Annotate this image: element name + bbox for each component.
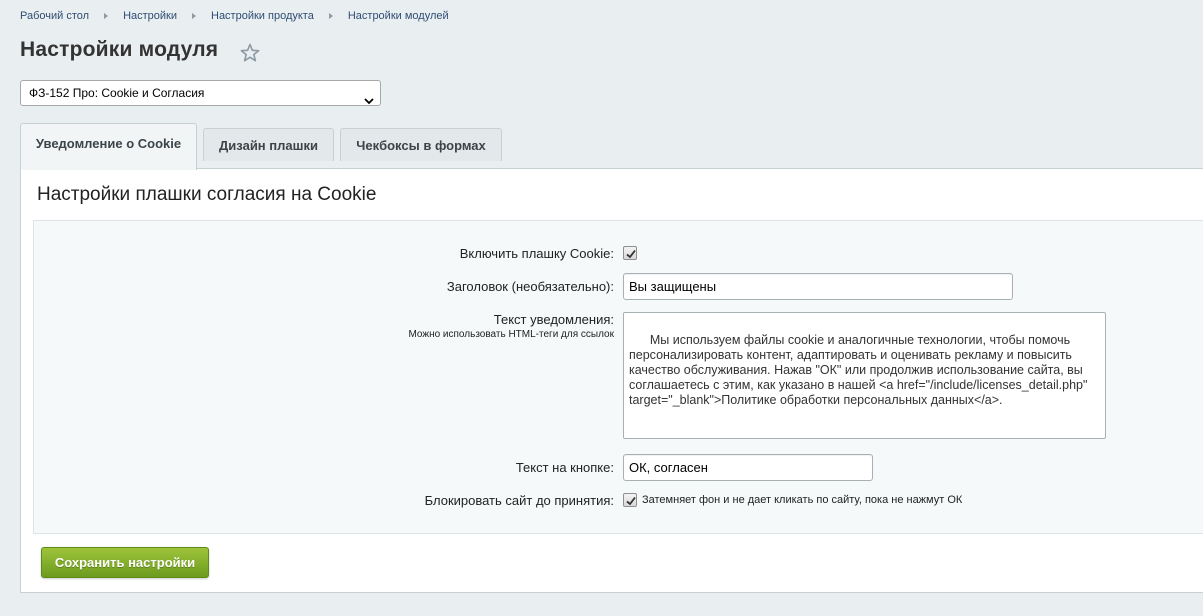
button-text-input[interactable]: ОК, согласен — [623, 454, 873, 481]
tab-form-checkboxes[interactable]: Чекбоксы в формах — [340, 128, 502, 161]
star-icon[interactable] — [239, 42, 261, 64]
save-settings-label: Сохранить настройки — [54, 555, 196, 570]
breadcrumb-separator-icon — [104, 13, 109, 19]
module-select-value: ФЗ-152 Про: Cookie и Согласия — [29, 86, 205, 100]
heading-input[interactable]: Вы защищены — [623, 273, 1013, 300]
save-settings-button[interactable]: Сохранить настройки — [41, 547, 209, 578]
notice-text-label: Текст уведомления: — [493, 312, 614, 327]
block-site-label: Блокировать сайт до принятия: — [424, 493, 614, 508]
enable-banner-checkbox[interactable] — [623, 246, 637, 260]
breadcrumb-item-module-settings[interactable]: Настройки модулей — [348, 10, 449, 22]
tab-label: Дизайн плашки — [219, 137, 318, 153]
button-text-input-value: ОК, согласен — [629, 460, 708, 475]
button-text-label: Текст на кнопке: — [515, 460, 614, 475]
block-site-checkbox[interactable] — [623, 493, 637, 507]
tab-label: Уведомление о Cookie — [35, 136, 182, 151]
notice-text-hint: Можно использовать HTML-теги для ссылок — [408, 329, 614, 340]
tab-label: Чекбоксы в формах — [356, 137, 486, 153]
tab-cookie-notice[interactable]: Уведомление о Cookie — [20, 123, 197, 170]
breadcrumb-separator-icon — [192, 13, 196, 19]
heading-input-value: Вы защищены — [629, 279, 717, 294]
enable-banner-label: Включить плашку Cookie: — [459, 246, 614, 261]
notice-textarea-value: Мы используем файлы cookie и аналогичные… — [629, 333, 1091, 407]
breadcrumb-item-settings[interactable]: Настройки — [123, 10, 177, 22]
panel-title: Настройки плашки согласия на Cookie — [37, 184, 377, 205]
page-title: Настройки модуля — [20, 38, 219, 61]
breadcrumb-separator-icon — [328, 13, 333, 19]
breadcrumb: Рабочий стол Настройки Настройки продукт… — [20, 10, 449, 22]
check-icon — [626, 249, 636, 259]
resize-handle-icon[interactable] — [1095, 428, 1104, 437]
heading-label: Заголовок (необязательно): — [446, 279, 614, 294]
form-area: Включить плашку Cookie: Заголовок (необя… — [33, 220, 1203, 534]
tab-banner-design[interactable]: Дизайн плашки — [203, 128, 334, 161]
module-select[interactable]: ФЗ-152 Про: Cookie и Согласия — [20, 80, 381, 106]
breadcrumb-item-product-settings[interactable]: Настройки продукта — [211, 10, 314, 22]
check-icon — [626, 496, 636, 506]
chevron-down-icon — [364, 89, 374, 105]
block-site-description: Затемняет фон и не дает кликать по сайту… — [642, 494, 963, 506]
breadcrumb-item-desktop[interactable]: Рабочий стол — [20, 10, 89, 22]
settings-panel: Настройки плашки согласия на Cookie Вклю… — [20, 168, 1203, 593]
notice-textarea[interactable]: Мы используем файлы cookie и аналогичные… — [623, 312, 1106, 439]
